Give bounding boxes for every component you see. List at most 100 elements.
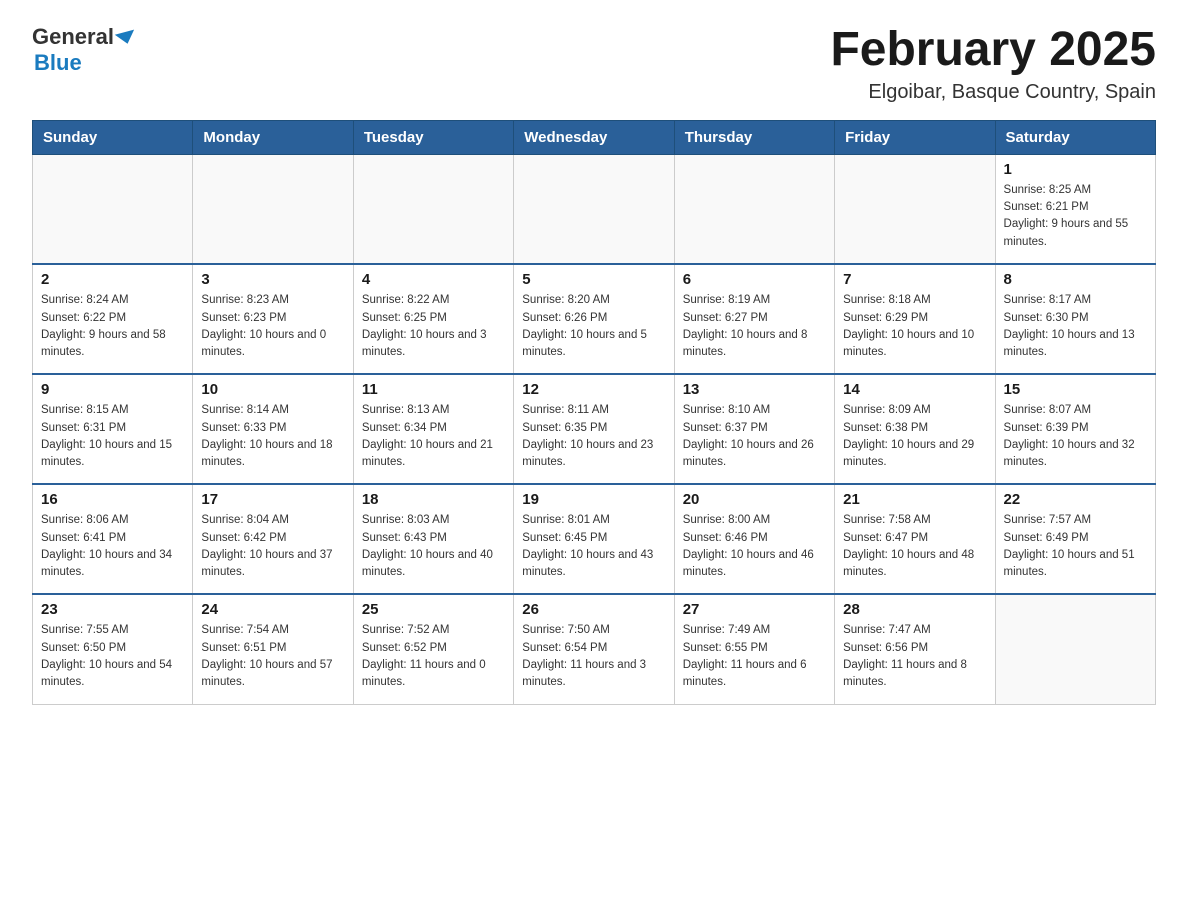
day-number: 27 <box>683 601 826 618</box>
day-number: 28 <box>843 601 986 618</box>
calendar-cell: 3 Sunrise: 8:23 AMSunset: 6:23 PMDaylight… <box>193 264 353 374</box>
day-number: 21 <box>843 491 986 508</box>
month-title: February 2025 <box>830 24 1156 77</box>
weekday-header-saturday: Saturday <box>995 120 1155 154</box>
day-number: 14 <box>843 381 986 398</box>
day-info: Sunrise: 7:55 AMSunset: 6:50 PMDaylight:… <box>41 622 184 691</box>
day-number: 25 <box>362 601 505 618</box>
calendar-cell <box>995 594 1155 704</box>
calendar-cell: 23 Sunrise: 7:55 AMSunset: 6:50 PMDayligh… <box>33 594 193 704</box>
day-info: Sunrise: 8:14 AMSunset: 6:33 PMDaylight:… <box>201 402 344 471</box>
calendar-cell: 2Sunrise: 8:24 AMSunset: 6:22 PMDaylight… <box>33 264 193 374</box>
calendar-cell: 8Sunrise: 8:17 AMSunset: 6:30 PMDaylight… <box>995 264 1155 374</box>
weekday-header-friday: Friday <box>835 120 995 154</box>
calendar-week-row: 9Sunrise: 8:15 AMSunset: 6:31 PMDaylight… <box>33 374 1156 484</box>
calendar-cell: 28 Sunrise: 7:47 AMSunset: 6:56 PMDayligh… <box>835 594 995 704</box>
logo: General Blue <box>32 24 136 76</box>
day-number: 26 <box>522 601 665 618</box>
calendar-cell <box>193 154 353 264</box>
day-number: 5 <box>522 271 665 288</box>
weekday-header-thursday: Thursday <box>674 120 834 154</box>
day-info: Sunrise: 8:03 AMSunset: 6:43 PMDaylight:… <box>362 512 505 581</box>
calendar-cell: 14 Sunrise: 8:09 AMSunset: 6:38 PMDayligh… <box>835 374 995 484</box>
day-number: 1 <box>1004 161 1147 178</box>
day-info: Sunrise: 8:18 AMSunset: 6:29 PMDaylight:… <box>843 292 986 361</box>
day-number: 6 <box>683 271 826 288</box>
day-number: 15 <box>1004 381 1147 398</box>
calendar-week-row: 23 Sunrise: 7:55 AMSunset: 6:50 PMDayligh… <box>33 594 1156 704</box>
calendar-cell <box>674 154 834 264</box>
calendar-cell <box>835 154 995 264</box>
day-number: 23 <box>41 601 184 618</box>
calendar-cell <box>33 154 193 264</box>
day-info: Sunrise: 8:11 AMSunset: 6:35 PMDaylight:… <box>522 402 665 471</box>
calendar-cell: 16 Sunrise: 8:06 AMSunset: 6:41 PMDayligh… <box>33 484 193 594</box>
day-number: 20 <box>683 491 826 508</box>
calendar-cell: 24 Sunrise: 7:54 AMSunset: 6:51 PMDayligh… <box>193 594 353 704</box>
day-info: Sunrise: 8:22 AMSunset: 6:25 PMDaylight:… <box>362 292 505 361</box>
day-number: 18 <box>362 491 505 508</box>
day-info: Sunrise: 8:09 AMSunset: 6:38 PMDaylight:… <box>843 402 986 471</box>
calendar-cell: 27 Sunrise: 7:49 AMSunset: 6:55 PMDayligh… <box>674 594 834 704</box>
day-info: Sunrise: 7:57 AMSunset: 6:49 PMDaylight:… <box>1004 512 1147 581</box>
calendar-cell <box>514 154 674 264</box>
weekday-header-wednesday: Wednesday <box>514 120 674 154</box>
logo-text: General <box>32 24 136 50</box>
day-number: 19 <box>522 491 665 508</box>
calendar-cell: 9Sunrise: 8:15 AMSunset: 6:31 PMDaylight… <box>33 374 193 484</box>
day-info: Sunrise: 8:01 AMSunset: 6:45 PMDaylight:… <box>522 512 665 581</box>
day-info: Sunrise: 8:10 AMSunset: 6:37 PMDaylight:… <box>683 402 826 471</box>
day-info: Sunrise: 7:52 AMSunset: 6:52 PMDaylight:… <box>362 622 505 691</box>
calendar-cell: 21 Sunrise: 7:58 AMSunset: 6:47 PMDayligh… <box>835 484 995 594</box>
day-info: Sunrise: 8:25 AMSunset: 6:21 PMDaylight:… <box>1004 182 1147 251</box>
day-info: Sunrise: 8:04 AMSunset: 6:42 PMDaylight:… <box>201 512 344 581</box>
calendar-cell: 17 Sunrise: 8:04 AMSunset: 6:42 PMDayligh… <box>193 484 353 594</box>
calendar-cell: 13 Sunrise: 8:10 AMSunset: 6:37 PMDayligh… <box>674 374 834 484</box>
calendar-cell: 12 Sunrise: 8:11 AMSunset: 6:35 PMDayligh… <box>514 374 674 484</box>
weekday-header-sunday: Sunday <box>33 120 193 154</box>
day-info: Sunrise: 7:54 AMSunset: 6:51 PMDaylight:… <box>201 622 344 691</box>
calendar-cell: 4Sunrise: 8:22 AMSunset: 6:25 PMDaylight… <box>353 264 513 374</box>
calendar-cell: 1 Sunrise: 8:25 AMSunset: 6:21 PMDaylight… <box>995 154 1155 264</box>
title-block: February 2025 Elgoibar, Basque Country, … <box>830 24 1156 104</box>
day-number: 22 <box>1004 491 1147 508</box>
day-number: 12 <box>522 381 665 398</box>
calendar-cell: 6 Sunrise: 8:19 AMSunset: 6:27 PMDaylight… <box>674 264 834 374</box>
day-number: 3 <box>201 271 344 288</box>
day-info: Sunrise: 8:07 AMSunset: 6:39 PMDaylight:… <box>1004 402 1147 471</box>
page-header: General Blue February 2025 Elgoibar, Bas… <box>32 24 1156 104</box>
calendar-cell: 11 Sunrise: 8:13 AMSunset: 6:34 PMDayligh… <box>353 374 513 484</box>
day-info: Sunrise: 7:58 AMSunset: 6:47 PMDaylight:… <box>843 512 986 581</box>
location-subtitle: Elgoibar, Basque Country, Spain <box>830 81 1156 104</box>
day-info: Sunrise: 8:00 AMSunset: 6:46 PMDaylight:… <box>683 512 826 581</box>
day-info: Sunrise: 8:19 AMSunset: 6:27 PMDaylight:… <box>683 292 826 361</box>
day-info: Sunrise: 7:47 AMSunset: 6:56 PMDaylight:… <box>843 622 986 691</box>
day-number: 13 <box>683 381 826 398</box>
calendar-cell: 19 Sunrise: 8:01 AMSunset: 6:45 PMDayligh… <box>514 484 674 594</box>
day-info: Sunrise: 8:24 AMSunset: 6:22 PMDaylight:… <box>41 292 184 361</box>
calendar-week-row: 2Sunrise: 8:24 AMSunset: 6:22 PMDaylight… <box>33 264 1156 374</box>
day-number: 9 <box>41 381 184 398</box>
day-number: 11 <box>362 381 505 398</box>
day-info: Sunrise: 7:50 AMSunset: 6:54 PMDaylight:… <box>522 622 665 691</box>
day-number: 10 <box>201 381 344 398</box>
calendar-cell: 18 Sunrise: 8:03 AMSunset: 6:43 PMDayligh… <box>353 484 513 594</box>
calendar-cell: 15 Sunrise: 8:07 AMSunset: 6:39 PMDayligh… <box>995 374 1155 484</box>
day-info: Sunrise: 8:17 AMSunset: 6:30 PMDaylight:… <box>1004 292 1147 361</box>
day-number: 16 <box>41 491 184 508</box>
day-info: Sunrise: 8:13 AMSunset: 6:34 PMDaylight:… <box>362 402 505 471</box>
day-info: Sunrise: 8:23 AMSunset: 6:23 PMDaylight:… <box>201 292 344 361</box>
calendar-cell: 22 Sunrise: 7:57 AMSunset: 6:49 PMDayligh… <box>995 484 1155 594</box>
weekday-header-monday: Monday <box>193 120 353 154</box>
weekday-header-row: SundayMondayTuesdayWednesdayThursdayFrid… <box>33 120 1156 154</box>
calendar-table: SundayMondayTuesdayWednesdayThursdayFrid… <box>32 120 1156 705</box>
day-info: Sunrise: 8:06 AMSunset: 6:41 PMDaylight:… <box>41 512 184 581</box>
calendar-cell: 10 Sunrise: 8:14 AMSunset: 6:33 PMDayligh… <box>193 374 353 484</box>
day-info: Sunrise: 7:49 AMSunset: 6:55 PMDaylight:… <box>683 622 826 691</box>
day-number: 17 <box>201 491 344 508</box>
calendar-cell: 20 Sunrise: 8:00 AMSunset: 6:46 PMDayligh… <box>674 484 834 594</box>
day-number: 24 <box>201 601 344 618</box>
calendar-cell: 26 Sunrise: 7:50 AMSunset: 6:54 PMDayligh… <box>514 594 674 704</box>
calendar-cell <box>353 154 513 264</box>
day-number: 7 <box>843 271 986 288</box>
